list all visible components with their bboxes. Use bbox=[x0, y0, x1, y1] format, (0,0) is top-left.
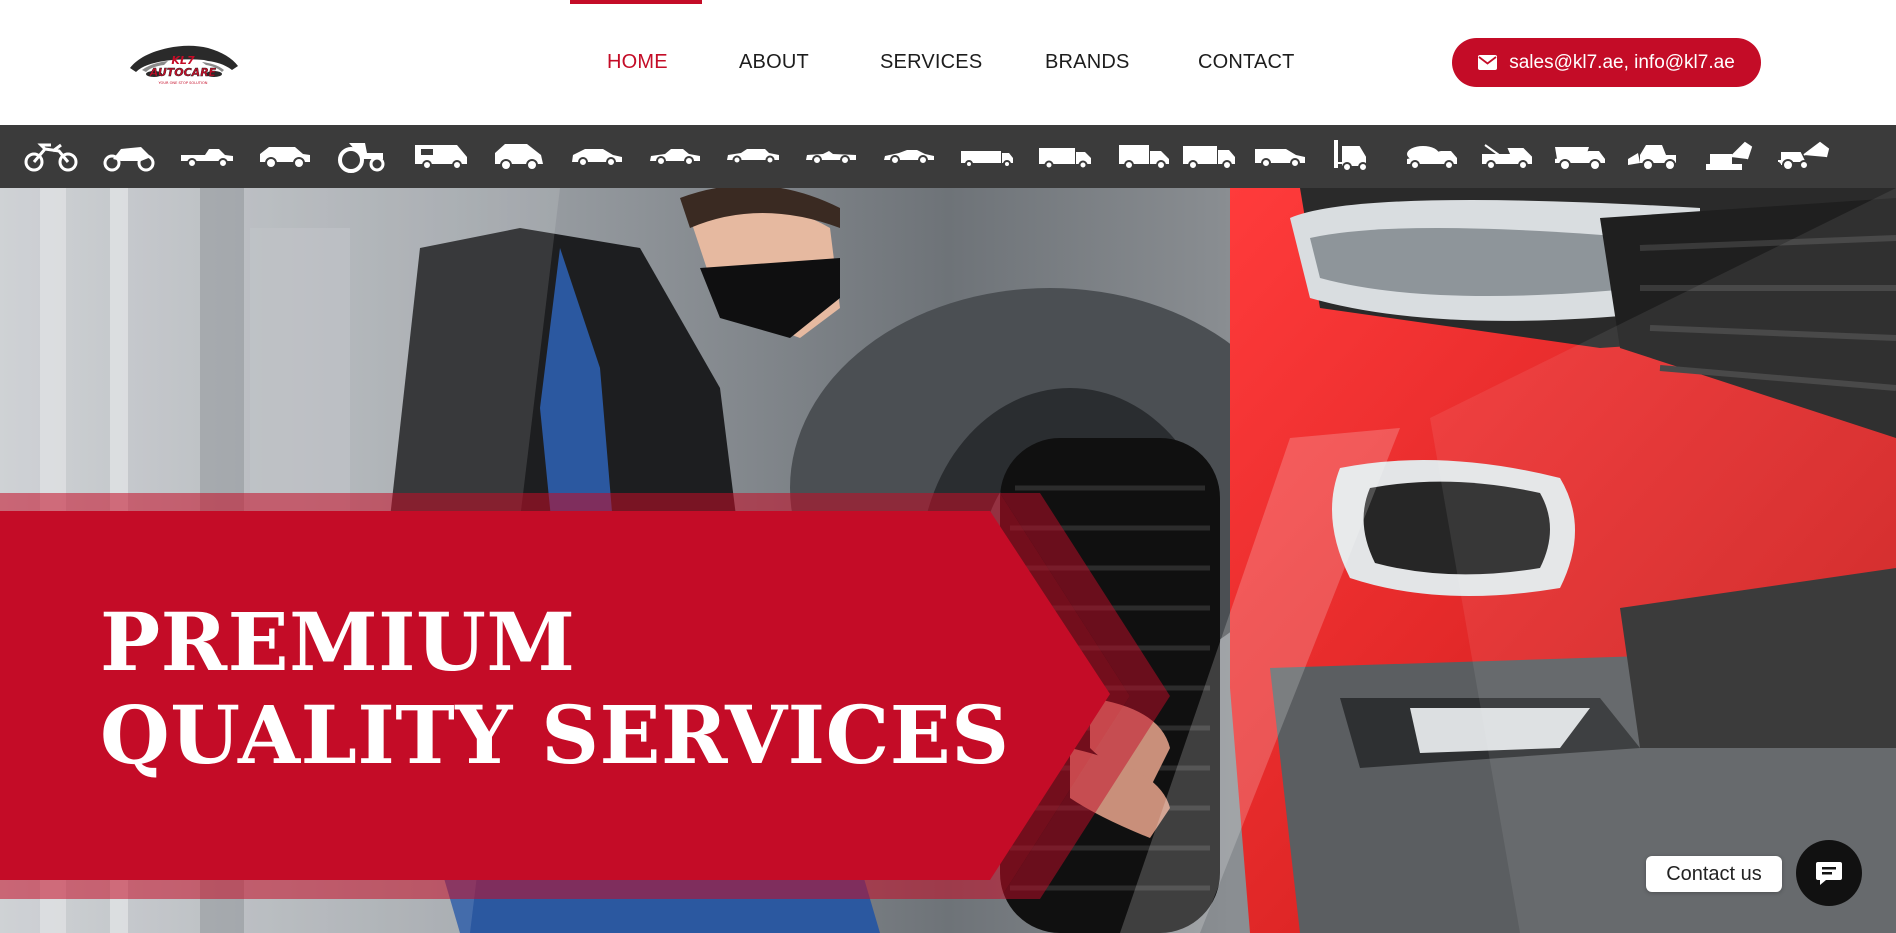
envelope-icon bbox=[1478, 55, 1498, 70]
contact-us-label[interactable]: Contact us bbox=[1646, 856, 1782, 892]
cement-mixer-icon[interactable] bbox=[1403, 139, 1459, 173]
nav-active-indicator bbox=[570, 0, 702, 4]
hero-background-image bbox=[0, 188, 1896, 933]
box-truck-icon[interactable] bbox=[1037, 139, 1093, 173]
cargo-truck-icon[interactable] bbox=[1181, 139, 1237, 173]
dump-truck-icon[interactable] bbox=[1551, 139, 1607, 173]
tractor-icon[interactable] bbox=[335, 139, 391, 173]
chat-widget-button[interactable] bbox=[1796, 840, 1862, 906]
wheel-loader-icon[interactable] bbox=[1626, 139, 1682, 173]
logo-line2: AUTOCARE bbox=[149, 66, 217, 79]
kl7-autocare-logo[interactable]: KL7 AUTOCARE YOUR ONE STOP SOLUTION bbox=[124, 34, 242, 90]
tow-truck-icon[interactable] bbox=[1479, 139, 1535, 173]
forklift-icon[interactable] bbox=[1327, 139, 1383, 173]
hero-title: PREMIUM QUALITY SERVICES bbox=[100, 596, 1010, 782]
nav-home[interactable]: HOME bbox=[607, 51, 668, 74]
hero-title-line1: PREMIUM bbox=[100, 595, 576, 689]
camper-van-icon[interactable] bbox=[413, 139, 469, 173]
limousine-icon[interactable] bbox=[725, 139, 781, 173]
nav-services[interactable]: SERVICES bbox=[880, 51, 982, 74]
excavator-icon[interactable] bbox=[1701, 139, 1757, 173]
pickup-truck-icon[interactable] bbox=[179, 139, 235, 173]
vehicle-type-bar bbox=[0, 125, 1896, 188]
coupe-icon[interactable] bbox=[881, 139, 937, 173]
nav-about[interactable]: ABOUT bbox=[739, 51, 809, 74]
dirt-bike-icon[interactable] bbox=[23, 139, 79, 173]
hero-banner: PREMIUM QUALITY SERVICES bbox=[0, 188, 1896, 933]
hatchback-icon[interactable] bbox=[491, 139, 547, 173]
suv-icon[interactable] bbox=[257, 139, 313, 173]
backhoe-icon[interactable] bbox=[1776, 139, 1832, 173]
compact-car-icon[interactable] bbox=[569, 139, 625, 173]
chat-icon bbox=[1816, 862, 1842, 885]
delivery-truck-icon[interactable] bbox=[1115, 139, 1171, 173]
van-icon[interactable] bbox=[1252, 139, 1308, 173]
site-header: KL7 AUTOCARE YOUR ONE STOP SOLUTION HOME… bbox=[0, 0, 1896, 125]
sedan-icon[interactable] bbox=[647, 139, 703, 173]
convertible-icon[interactable] bbox=[803, 139, 859, 173]
hero-title-line2: QUALITY SERVICES bbox=[100, 688, 1010, 782]
nav-brands[interactable]: BRANDS bbox=[1045, 51, 1130, 74]
sport-bike-icon[interactable] bbox=[101, 139, 157, 173]
email-contact-button[interactable]: sales@kl7.ae, info@kl7.ae bbox=[1452, 38, 1761, 87]
long-truck-icon[interactable] bbox=[959, 139, 1015, 173]
logo-tagline: YOUR ONE STOP SOLUTION bbox=[159, 81, 208, 85]
email-contact-label: sales@kl7.ae, info@kl7.ae bbox=[1509, 51, 1735, 73]
nav-contact[interactable]: CONTACT bbox=[1198, 51, 1295, 74]
